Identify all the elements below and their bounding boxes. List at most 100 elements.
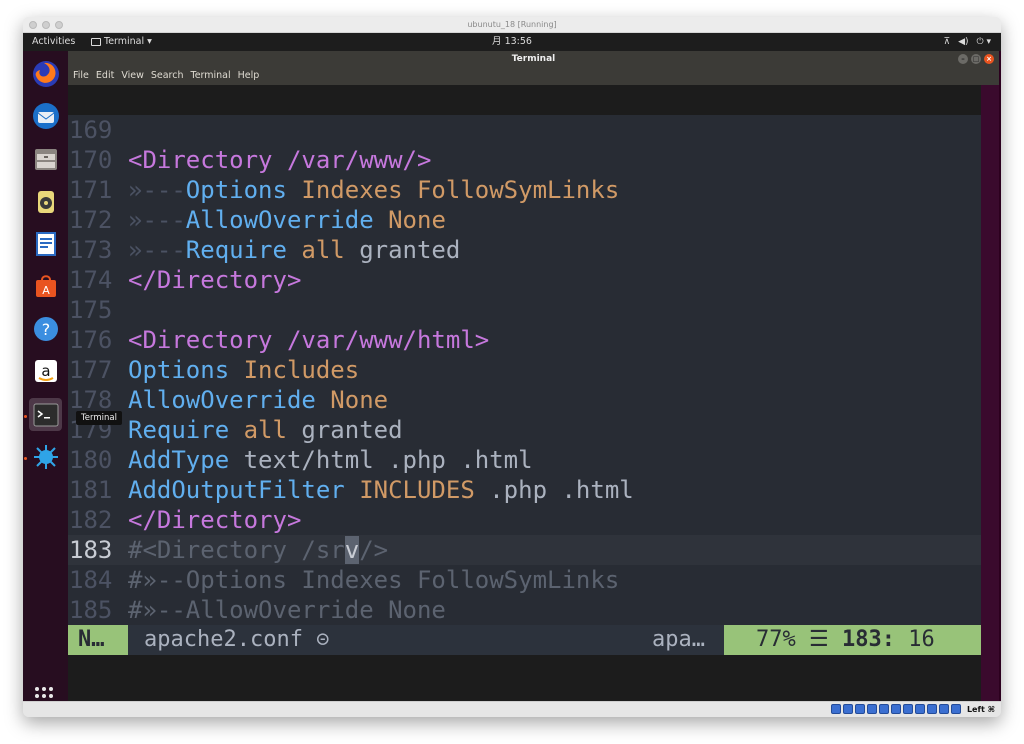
menu-view[interactable]: View [121,67,144,85]
editor-line[interactable]: 170 <Directory /var/www/> [68,145,981,175]
editor-line[interactable]: 185 #»--AllowOverride None [68,595,981,625]
editor-line[interactable]: 184 #»--Options Indexes FollowSymLinks [68,565,981,595]
help-launcher[interactable]: ? [29,312,62,345]
grid-dot [49,694,53,698]
code-token: »--- [128,176,186,204]
line-code: #»--Options Indexes FollowSymLinks [128,565,619,595]
editor-line[interactable]: 174 </Directory> [68,265,981,295]
code-token: »--- [128,236,186,264]
line-code: AllowOverride None [128,385,388,415]
document-icon [35,231,56,256]
editor-line[interactable]: 172 »---AllowOverride None [68,205,981,235]
vim-editor[interactable]: 169 170 <Directory /var/www/> 171 »---Option… [68,115,981,625]
menu-edit[interactable]: Edit [96,67,114,85]
code-token: #»--AllowOverride None [128,596,446,624]
minimize-window-button[interactable] [42,21,50,29]
keyboard-icon[interactable] [950,704,961,714]
editor-line[interactable]: 175 [68,295,981,325]
clock[interactable]: 月 13:56 [23,33,1001,51]
code-token: all [301,236,360,264]
other-app-launcher[interactable] [29,440,62,473]
code-token: <Directory /var/www/> [128,146,432,174]
line-code: #<Directory /srv/> [128,535,388,565]
rhythmbox-launcher[interactable] [29,185,62,218]
svg-text:?: ? [41,320,50,339]
mouse-integration-icon[interactable] [938,704,949,714]
line-number: 181 [69,476,113,504]
network-icon[interactable]: ⊼ [943,33,950,51]
virtualbox-window: ubunutu_18 [Running] Activities Terminal… [23,17,1001,717]
thunderbird-launcher[interactable] [29,99,62,132]
editor-line[interactable]: 177 Options Includes [68,355,981,385]
shared-folder-icon[interactable] [890,704,901,714]
power-icon[interactable]: ⏻ ▾ [977,33,992,51]
status-percent: 77% [756,627,796,652]
grid-dot [35,687,39,691]
maximize-icon[interactable]: □ [971,54,981,64]
terminal-content[interactable]: 169 170 <Directory /var/www/> 171 »---Option… [68,85,981,701]
vim-command-line[interactable] [68,655,981,683]
menu-help[interactable]: Help [238,67,260,85]
menu-terminal[interactable]: Terminal [191,67,231,85]
svg-text:a: a [41,362,50,380]
line-code: »---AllowOverride None [128,205,446,235]
ubuntu-desktop: Activities Terminal ▾ 月 13:56 ⊼ ◀) ⏻ ▾ A… [23,33,1001,705]
usb-icon[interactable] [878,704,889,714]
menu-file[interactable]: File [73,67,89,85]
zoom-window-button[interactable] [55,21,63,29]
editor-line[interactable]: 179 Require all granted [68,415,981,445]
vbox-status-bar: Left ⌘ [23,701,1001,717]
editor-line[interactable]: 182 </Directory> [68,505,981,535]
files-launcher[interactable] [29,142,62,175]
software-launcher[interactable]: A [29,269,62,302]
cpu-icon[interactable] [926,704,937,714]
menu-search[interactable]: Search [151,67,184,85]
writer-launcher[interactable] [29,227,62,260]
close-icon[interactable]: × [984,54,994,64]
gnome-top-bar: Activities Terminal ▾ 月 13:56 ⊼ ◀) ⏻ ▾ [23,33,1001,51]
code-token: AllowOverride [128,386,331,414]
amazon-icon: a [34,359,57,382]
svg-text:A: A [42,284,50,297]
code-token: AddType [128,446,244,474]
speaker-icon [37,190,54,213]
line-number: 174 [69,266,113,294]
volume-icon[interactable]: ◀) [958,33,968,51]
video-capture-icon[interactable] [914,704,925,714]
splash-app-icon [33,444,58,469]
code-token: Indexes FollowSymLinks [301,176,620,204]
help-icon: ? [33,316,58,341]
code-token: Includes [243,356,360,384]
editor-line[interactable]: 181 AddOutputFilter INCLUDES .php .html [68,475,981,505]
dock: A ? a [23,51,68,705]
terminal-launcher[interactable] [29,398,62,431]
display-icon[interactable] [902,704,913,714]
close-window-button[interactable] [29,21,37,29]
firefox-launcher[interactable] [29,57,62,90]
line-number: 180 [69,446,113,474]
line-number: 176 [69,326,113,354]
status-line-number: 183: [841,627,895,652]
running-indicator [24,415,27,418]
editor-line[interactable]: 169 [68,115,981,145]
minimize-icon[interactable]: – [958,54,968,64]
amazon-launcher[interactable]: a [29,354,62,387]
line-number: 171 [69,176,113,204]
audio-icon[interactable] [854,704,865,714]
terminal-scroll-edge [981,85,999,701]
optical-drive-icon[interactable] [842,704,853,714]
dock-tooltip: Terminal [76,411,122,425]
editor-line[interactable]: 180 AddType text/html .php .html [68,445,981,475]
line-code: »---Require all granted [128,235,460,265]
system-tray[interactable]: ⊼ ◀) ⏻ ▾ [943,33,991,51]
editor-line[interactable]: 173 »---Require all granted [68,235,981,265]
editor-line[interactable]: 178 AllowOverride None [68,385,981,415]
editor-line[interactable]: 176 <Directory /var/www/html> [68,325,981,355]
network-adapter-icon[interactable] [866,704,877,714]
hdd-icon[interactable] [830,704,841,714]
code-token: <Directory /var/www/html> [128,326,490,354]
editor-line[interactable]: 171 »---Options Indexes FollowSymLinks [68,175,981,205]
line-code: #»--AllowOverride None [128,595,446,625]
editor-current-line[interactable]: 183 #<Directory /srv/> [68,535,981,565]
window-controls: – □ × [958,54,994,64]
